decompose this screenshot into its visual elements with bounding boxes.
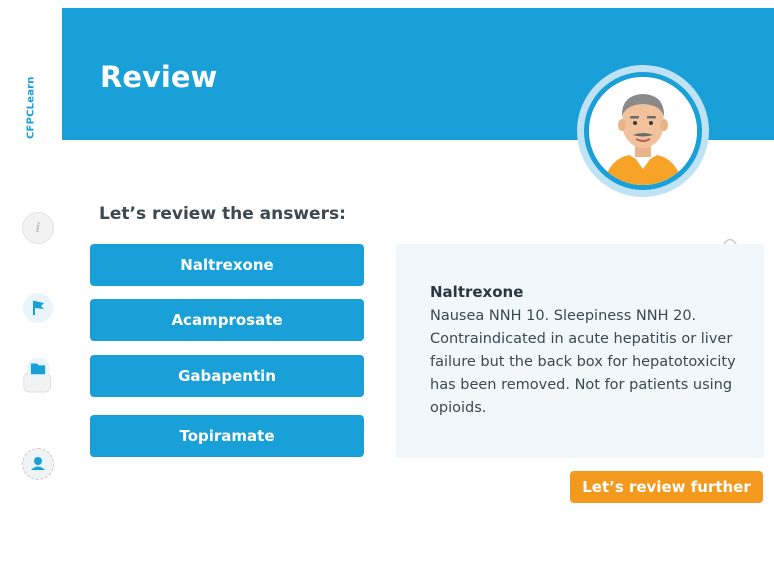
answer-button-topiramate[interactable]: Topiramate <box>90 415 364 457</box>
review-prompt: Let’s review the answers: <box>99 204 346 224</box>
answer-button-naltrexone[interactable]: Naltrexone <box>90 244 364 286</box>
profile-icon <box>27 453 49 475</box>
review-further-button[interactable]: Let’s review further <box>570 471 763 503</box>
flag-icon <box>23 293 53 323</box>
glossary-icon <box>23 357 51 393</box>
flag-button[interactable] <box>22 292 54 324</box>
info-button[interactable]: i <box>22 212 54 244</box>
brand-logo: CFPCLearn <box>25 76 37 140</box>
profile-button[interactable] <box>22 448 54 480</box>
left-rail: CFPCLearn i <box>0 0 62 586</box>
info-icon: i <box>35 220 41 236</box>
answer-detail-panel: Naltrexone Nausea NNH 10. Sleepiness NNH… <box>396 244 764 458</box>
answer-button-acamprosate[interactable]: Acamprosate <box>90 299 364 341</box>
glossary-button[interactable] <box>22 357 54 393</box>
detail-title: Naltrexone <box>430 283 524 301</box>
answer-button-gabapentin[interactable]: Gabapentin <box>90 355 364 397</box>
doctor-avatar-icon <box>589 77 697 185</box>
avatar <box>577 65 709 197</box>
page-title: Review <box>100 60 218 94</box>
detail-body: Nausea NNH 10. Sleepiness NNH 20. Contra… <box>430 308 736 416</box>
